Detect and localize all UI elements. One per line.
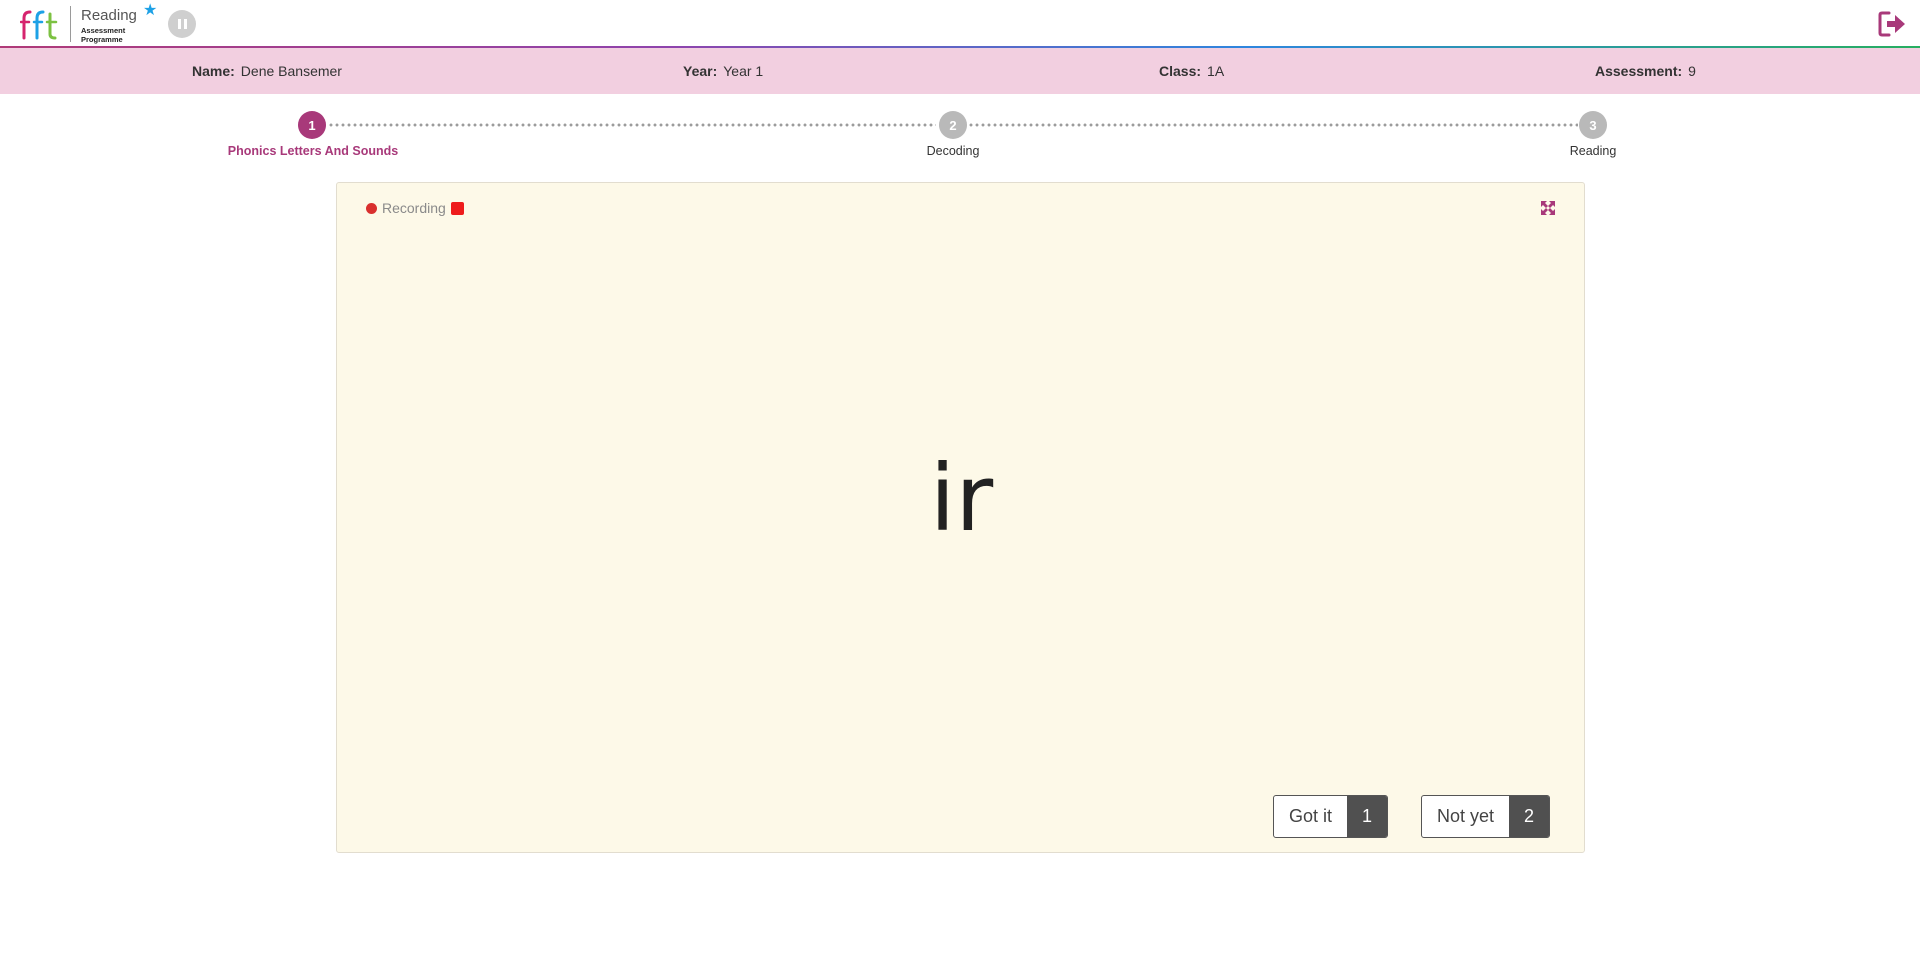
class-label: Class: (1159, 63, 1202, 79)
recording-label: Recording (382, 200, 446, 216)
app-logo: Reading ★ Assessment Programme (20, 2, 157, 44)
pause-icon-bar (183, 19, 187, 29)
step-2-circle: 2 (939, 111, 967, 139)
fft-logo-icon (20, 10, 58, 40)
student-year: Year: Year 1 (683, 63, 763, 79)
got-it-button[interactable]: Got it 1 (1273, 795, 1389, 838)
student-info-bar: Name: Dene Bansemer Year: Year 1 Class: 1A … (0, 48, 1920, 94)
recording-dot-icon (366, 202, 377, 214)
student-class: Class: 1A (1159, 63, 1224, 79)
year-label: Year: (683, 63, 718, 79)
step-3-circle: 3 (1579, 111, 1607, 139)
step-1-label: Phonics Letters And Sounds (227, 144, 399, 158)
star-icon: ★ (143, 2, 158, 19)
step-connector (328, 123, 936, 127)
not-yet-button[interactable]: Not yet 2 (1421, 795, 1551, 838)
got-it-label: Got it (1289, 806, 1333, 826)
logo-separator (70, 6, 71, 42)
fullscreen-icon[interactable] (1540, 200, 1556, 216)
pause-button[interactable] (168, 10, 196, 38)
step-connector (968, 123, 1578, 127)
progress-stepper: 1 Phonics Letters And Sounds 2 Decoding … (0, 108, 1920, 163)
step-1-circle: 1 (298, 111, 326, 139)
year-value: Year 1 (723, 63, 764, 79)
step-2-label: Decoding (926, 144, 980, 158)
recording-indicator[interactable]: Recording (366, 200, 464, 216)
pause-icon-bar (177, 19, 181, 29)
name-label: Name: (192, 63, 235, 79)
assessment-label: Assessment: (1595, 63, 1683, 79)
assessment-card: Recording ir Got it 1 Not yet 2 (336, 182, 1585, 853)
logout-icon[interactable] (1877, 10, 1907, 38)
stop-recording-icon[interactable] (450, 201, 464, 215)
grapheme-display: ir (929, 445, 994, 552)
name-value: Dene Bansemer (240, 63, 342, 79)
top-bar: Reading ★ Assessment Programme (0, 0, 1920, 48)
not-yet-label: Not yet (1437, 806, 1495, 826)
logo-wordmark: Reading ★ Assessment Programme (81, 2, 157, 44)
class-value: 1A (1207, 63, 1225, 79)
step-3-label: Reading (1569, 144, 1617, 158)
assessment-number: Assessment: 9 (1595, 63, 1696, 79)
logo-reading-text: Reading (81, 7, 137, 24)
got-it-shortcut-key: 1 (1347, 796, 1388, 837)
not-yet-shortcut-key: 2 (1509, 796, 1550, 837)
student-name: Name: Dene Bansemer (192, 63, 342, 79)
logo-subtext: Assessment Programme (81, 26, 126, 44)
assessment-value: 9 (1688, 63, 1696, 79)
